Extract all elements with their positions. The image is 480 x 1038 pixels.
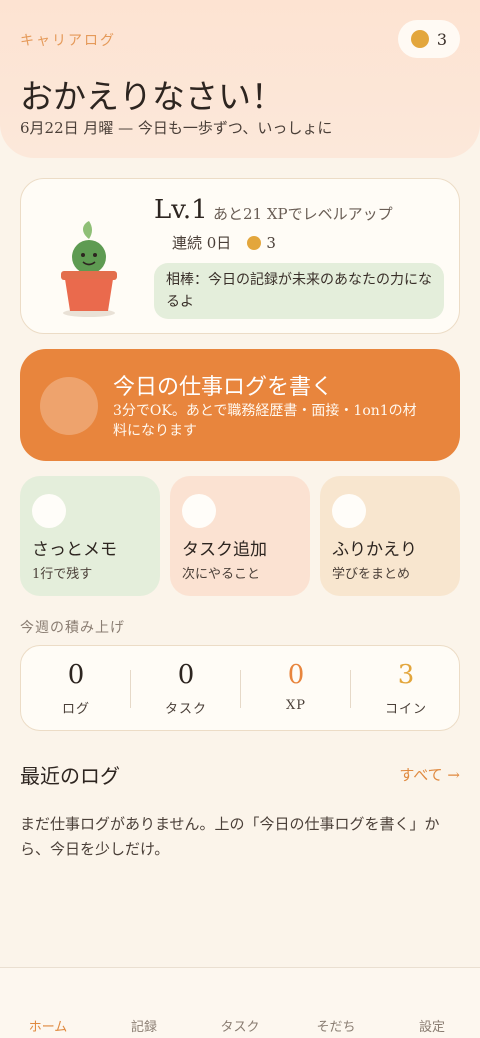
- cta-icon: [40, 377, 98, 435]
- stat-xp: 0 XP: [241, 646, 351, 732]
- quick-action-subtitle: 学びをまとめ: [332, 567, 411, 582]
- memo-icon: [32, 494, 66, 528]
- coin-icon: [247, 235, 262, 250]
- streak-row: 連続 0日 3: [172, 232, 276, 253]
- stat-value: 0: [177, 660, 195, 690]
- stat-value: 3: [397, 660, 415, 690]
- date-subline: 6月22日 月曜 — 今日も一歩ずつ、いっしょに: [20, 119, 333, 137]
- write-log-button[interactable]: 今日の仕事ログを書く 3分でOK。あとで職務経歴書・面接・1on1の材料になりま…: [20, 349, 460, 461]
- quick-action-title: タスク追加: [182, 540, 267, 560]
- coin-balance-pill[interactable]: 3: [398, 20, 460, 58]
- task-icon: [182, 494, 216, 528]
- quick-action-subtitle: 1行で残す: [32, 567, 93, 582]
- streak-count: 連続 0日: [172, 234, 232, 252]
- empty-state-message: まだ仕事ログがありません。上の「今日の仕事ログを書く」から、今日を少しだけ。: [20, 815, 440, 858]
- tab-settings[interactable]: 設定: [384, 1016, 480, 1035]
- header: キャリアログ 3 おかえりなさい！ 6月22日 月曜 — 今日も一歩ずつ、いっし…: [0, 0, 480, 158]
- recent-logs-title: 最近のログ: [20, 764, 120, 788]
- level-label: Lv.1: [154, 195, 208, 225]
- stat-value: 0: [287, 660, 305, 690]
- reflection-button[interactable]: ふりかえり 学びをまとめ: [320, 476, 460, 596]
- stat-value: 0: [67, 660, 85, 690]
- quick-memo-button[interactable]: さっとメモ 1行で残す: [20, 476, 160, 596]
- plant-mascot-icon: [61, 221, 117, 317]
- tab-home[interactable]: ホーム: [0, 1016, 96, 1035]
- partner-message: 相棒：今日の記録が未来のあなたの力になるよ: [154, 263, 444, 319]
- weekly-stats-card: 0 ログ 0 タスク 0 XP 3 コイン: [20, 645, 460, 731]
- coin-balance: 3: [436, 29, 448, 49]
- bottom-tab-bar: ホーム 記録 タスク そだち 設定: [0, 967, 480, 1038]
- reflection-icon: [332, 494, 366, 528]
- stat-label: タスク: [164, 702, 207, 717]
- quick-action-subtitle: 次にやること: [182, 567, 261, 582]
- stat-logs: 0 ログ: [21, 646, 131, 732]
- tab-growth[interactable]: そだち: [288, 1016, 384, 1035]
- see-all-link[interactable]: すべて →: [399, 764, 460, 785]
- tab-tasks[interactable]: タスク: [192, 1016, 288, 1035]
- stat-label: コイン: [384, 702, 427, 717]
- xp-to-next-level: あと21 XPでレベルアップ: [213, 205, 393, 223]
- coin-count: 3: [247, 234, 276, 252]
- add-task-button[interactable]: タスク追加 次にやること: [170, 476, 310, 596]
- app-name: キャリアログ: [20, 33, 116, 49]
- stat-coins: 3 コイン: [351, 646, 461, 732]
- greeting-title: おかえりなさい！: [20, 77, 284, 116]
- coin-count-value: 3: [266, 233, 276, 252]
- quick-action-title: ふりかえり: [332, 540, 417, 560]
- stat-tasks: 0 タスク: [131, 646, 241, 732]
- coin-icon: [410, 30, 429, 48]
- cta-title: 今日の仕事ログを書く: [113, 375, 334, 400]
- level-card: Lv.1 あと21 XPでレベルアップ 連続 0日 3 相棒：今日の記録が未来の…: [20, 178, 460, 334]
- weekly-section-label: 今週の積み上げ: [20, 620, 125, 636]
- stat-label: ログ: [61, 702, 90, 717]
- tab-records[interactable]: 記録: [96, 1016, 192, 1035]
- quick-action-title: さっとメモ: [32, 540, 117, 560]
- cta-subtitle: 3分でOK。あとで職務経歴書・面接・1on1の材料になります: [113, 403, 417, 439]
- stat-label: XP: [285, 698, 306, 713]
